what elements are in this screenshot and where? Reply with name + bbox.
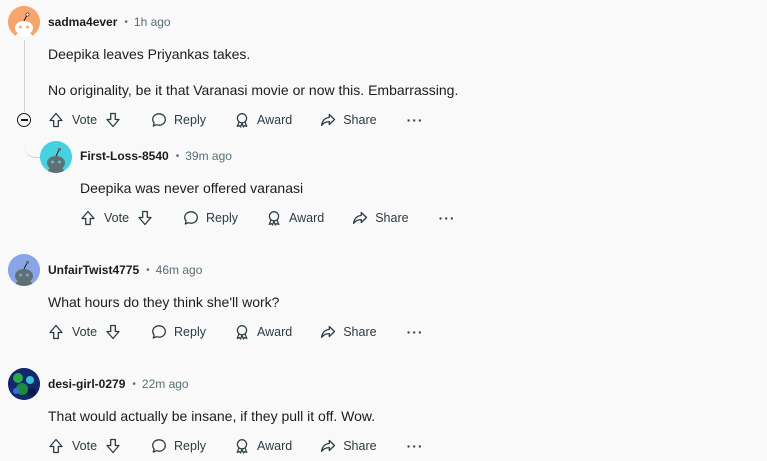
more-options-button[interactable]: ··· [407,438,424,454]
comment-text: Deepika was never offered varanasi [80,180,304,196]
vote-label: Vote [72,113,98,127]
share-icon [321,439,336,453]
downvote-icon [106,112,120,128]
reply-icon [152,113,166,127]
upvote-button[interactable] [80,210,96,226]
avatar[interactable] [40,141,72,173]
reply-label: Reply [174,325,206,339]
separator: • [175,150,180,162]
vote-group: Vote [80,210,153,226]
avatar[interactable] [8,6,40,38]
upvote-button[interactable] [48,324,64,340]
share-button[interactable]: Share [320,324,377,340]
reply-button[interactable]: Reply [151,112,206,128]
award-label: Award [257,113,293,127]
comment-text: That would actually be insane, if they p… [48,408,376,424]
timestamp[interactable]: 22m ago [142,377,189,391]
thread-line [24,40,25,112]
downvote-button[interactable] [105,438,121,454]
vote-group: Vote [48,438,121,454]
comment-actions: Vote Reply Award Share ··· [80,206,456,230]
reply-button[interactable]: Reply [151,438,206,454]
reply-label: Reply [174,439,206,453]
reply-icon [152,325,166,339]
award-icon [236,113,248,128]
award-button[interactable]: Award [234,438,292,454]
timestamp[interactable]: 1h ago [134,15,171,29]
share-button[interactable]: Share [320,112,377,128]
comment-actions: Vote Reply Award Share ··· [48,434,424,458]
custom-avatar-icon [8,368,40,400]
downvote-icon [106,324,120,340]
award-label: Award [257,325,293,339]
timestamp[interactable]: 46m ago [156,263,203,277]
comment-text: What hours do they think she'll work? [48,294,280,310]
award-icon [268,211,280,226]
separator: • [146,264,150,276]
avatar[interactable] [8,254,40,286]
share-label: Share [343,325,377,339]
upvote-icon [49,324,63,340]
separator: • [124,16,128,28]
share-icon [321,113,336,127]
award-button[interactable]: Award [234,324,292,340]
reply-icon [184,211,198,225]
avatar[interactable] [8,368,40,400]
award-button[interactable]: Award [266,210,324,226]
timestamp[interactable]: 39m ago [185,149,232,163]
comment-meta: UnfairTwist4775 • 46m ago [48,260,202,280]
share-label: Share [375,211,409,225]
award-icon [236,325,248,340]
separator: • [132,378,136,390]
comment-actions: Vote Reply Award Share ··· [48,320,424,344]
share-label: Share [343,439,377,453]
reply-button[interactable]: Reply [151,324,206,340]
award-button[interactable]: Award [234,112,292,128]
comment-meta: desi-girl-0279 • 22m ago [48,374,189,394]
share-button[interactable]: Share [352,210,409,226]
upvote-icon [49,112,63,128]
reply-label: Reply [206,211,238,225]
share-icon [321,325,336,339]
more-options-button[interactable]: ··· [439,210,456,226]
award-label: Award [289,211,325,225]
snoo-avatar-icon [40,141,72,173]
upvote-icon [81,210,95,226]
downvote-icon [138,210,152,226]
comment-text: Deepika leaves Priyankas takes. [48,46,251,62]
comment-meta: First-Loss-8540 • 39m ago [80,146,232,166]
snoo-avatar-icon [8,254,40,286]
downvote-button[interactable] [105,324,121,340]
more-options-button[interactable]: ··· [407,112,424,128]
username[interactable]: UnfairTwist4775 [48,263,139,277]
share-button[interactable]: Share [320,438,377,454]
collapse-thread-button[interactable] [17,113,31,127]
snoo-avatar-icon [8,6,40,38]
award-label: Award [257,439,293,453]
vote-label: Vote [72,325,98,339]
username[interactable]: desi-girl-0279 [48,377,125,391]
downvote-button[interactable] [137,210,153,226]
share-label: Share [343,113,377,127]
upvote-button[interactable] [48,112,64,128]
downvote-icon [106,438,120,454]
reply-button[interactable]: Reply [183,210,238,226]
comment-text: No originality, be it that Varanasi movi… [48,82,459,98]
username[interactable]: First-Loss-8540 [80,149,169,163]
vote-label: Vote [72,439,98,453]
reply-icon [152,439,166,453]
award-icon [236,439,248,454]
vote-label: Vote [104,211,130,225]
more-options-button[interactable]: ··· [407,324,424,340]
username[interactable]: sadma4ever [48,15,117,29]
share-icon [353,211,368,225]
upvote-icon [49,438,63,454]
downvote-button[interactable] [105,112,121,128]
upvote-button[interactable] [48,438,64,454]
comment-actions: Vote Reply Award Share ··· [48,108,424,132]
comment-meta: sadma4ever • 1h ago [48,12,171,32]
vote-group: Vote [48,324,121,340]
reply-label: Reply [174,113,206,127]
vote-group: Vote [48,112,121,128]
